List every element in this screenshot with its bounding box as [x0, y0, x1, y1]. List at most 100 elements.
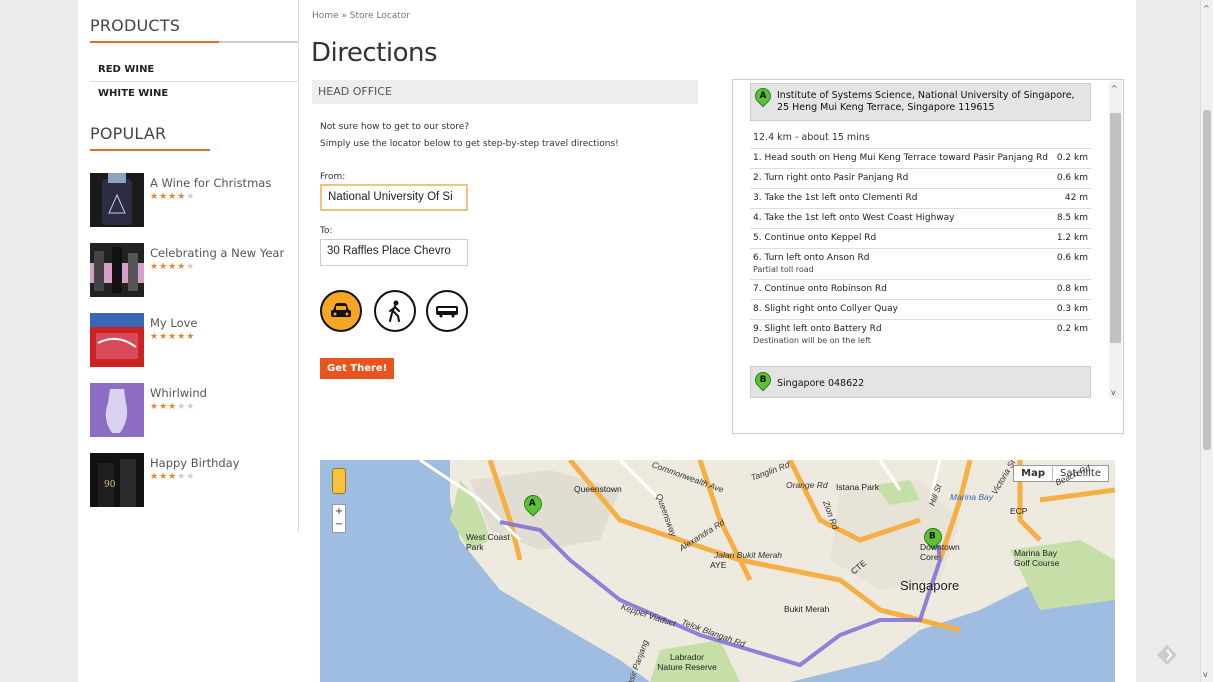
marker-a-icon: A [751, 84, 775, 108]
car-icon [331, 303, 351, 317]
product-thumbnail [90, 243, 144, 297]
rating-stars: ★★★★★ [150, 402, 196, 412]
drive-mode-button[interactable] [320, 290, 362, 332]
step-text: 8. Slight right onto Collyer Quay [753, 304, 898, 314]
map-label: Labrador Nature Reserve [657, 652, 717, 672]
direction-step[interactable]: 1. Head south on Heng Mui Keng Terrace t… [750, 148, 1091, 168]
direction-step[interactable]: 8. Slight right onto Collyer Quay 0.3 km [750, 299, 1091, 319]
to-input[interactable]: 30 Raffles Place Chevro [320, 239, 468, 266]
popular-rule [90, 149, 210, 151]
product-thumbnail [90, 173, 144, 227]
products-rule [90, 41, 298, 43]
product-thumbnail [90, 313, 144, 367]
walking-icon [389, 300, 400, 322]
step-distance: 0.2 km [1056, 324, 1088, 334]
direction-step[interactable]: 3. Take the 1st left onto Clementi Rd 42 … [750, 188, 1091, 208]
step-text: 1. Head south on Heng Mui Keng Terrace t… [753, 153, 1049, 163]
from-label: From: [320, 172, 346, 182]
map-label: Downtown Core [920, 542, 960, 562]
page-title: Directions [311, 38, 438, 68]
popular-heading: POPULAR [90, 124, 167, 143]
category-red-wine[interactable]: RED WINE [90, 58, 298, 82]
svg-text:90: 90 [104, 480, 116, 490]
rating-stars: ★★★★★ [150, 332, 196, 342]
popular-item-name[interactable]: Whirlwind [150, 386, 207, 400]
route-map[interactable]: + − Map Satellite A B Queenstown West Co… [320, 460, 1115, 682]
scroll-down-icon[interactable]: v [1111, 388, 1116, 397]
map-type-button[interactable]: Map [1014, 466, 1054, 481]
back-to-top-icon[interactable] [1156, 644, 1178, 666]
scroll-up-icon[interactable]: ^ [1111, 84, 1118, 93]
map-label: AYE [710, 560, 727, 570]
direction-step[interactable]: 5. Continue onto Keppel Rd 1.2 km [750, 228, 1091, 248]
direction-step[interactable]: 6. Turn left onto Anson Rd Partial toll r… [750, 248, 1091, 279]
destination-waypoint: B Singapore 048622 [750, 366, 1091, 398]
direction-step[interactable]: 2. Turn right onto Pasir Panjang Rd 0.6 k… [750, 168, 1091, 188]
directions-panel[interactable]: A Institute of Systems Science, National… [732, 79, 1124, 434]
office-heading: HEAD OFFICE [312, 80, 698, 104]
popular-item[interactable]: My Love ★★★★★ [90, 313, 198, 367]
map-marker-a-icon[interactable]: A [520, 491, 546, 517]
map-label: Jalan Bukit Merah [714, 550, 783, 560]
walk-mode-button[interactable] [374, 290, 416, 332]
popular-item[interactable]: Celebrating a New Year ★★★★★ [90, 243, 284, 297]
step-distance: 0.6 km [1056, 253, 1088, 263]
map-label: ECP [1010, 506, 1028, 516]
street-view-icon[interactable] [332, 468, 346, 494]
scrollbar-thumb[interactable] [1110, 113, 1121, 343]
map-label: Istana Park [836, 482, 879, 492]
marker-letter: A [759, 91, 767, 101]
step-distance: 42 m [1064, 193, 1088, 203]
direction-step[interactable]: 4. Take the 1st left onto West Coast Hig… [750, 208, 1091, 228]
popular-item[interactable]: 90 Happy Birthday ★★★★★ [90, 453, 240, 507]
bus-icon [436, 306, 458, 318]
origin-waypoint: A Institute of Systems Science, National… [750, 83, 1091, 121]
step-distance: 0.2 km [1056, 153, 1088, 163]
popular-item[interactable]: A Wine for Christmas ★★★★★ [90, 173, 271, 227]
step-text: 6. Turn left onto Anson Rd [753, 253, 870, 263]
transit-mode-button[interactable] [426, 290, 468, 332]
zoom-in-button[interactable]: + [333, 505, 345, 518]
scrollbar-thumb[interactable] [1203, 110, 1211, 450]
origin-address: Institute of Systems Science, National U… [777, 90, 1075, 113]
breadcrumb[interactable]: Home » Store Locator [312, 11, 410, 21]
scroll-down-icon[interactable]: v [1203, 670, 1208, 679]
marker-b-icon: B [751, 368, 775, 392]
step-text: 5. Continue onto Keppel Rd [753, 233, 877, 243]
step-distance: 1.2 km [1056, 233, 1088, 243]
page-scrollbar[interactable]: ^ v [1200, 0, 1213, 682]
popular-item[interactable]: Whirlwind ★★★★★ [90, 383, 207, 437]
direction-step[interactable]: 7. Continue onto Robinson Rd 0.8 km [750, 279, 1091, 299]
category-list: RED WINE WHITE WINE [90, 58, 298, 105]
directions-scrollbar[interactable]: ^ v [1109, 81, 1122, 399]
map-label: Bukit Merah [784, 604, 830, 614]
scroll-up-icon[interactable]: ^ [1203, 4, 1210, 13]
intro-line: Not sure how to get to our store? [320, 122, 470, 132]
zoom-out-button[interactable]: − [333, 518, 345, 531]
marker-letter: A [528, 498, 536, 509]
intro-text: Not sure how to get to our store? Simply… [320, 119, 619, 153]
from-input[interactable]: National University Of Si [320, 184, 468, 211]
rating-stars: ★★★★★ [150, 192, 196, 202]
marker-letter: B [759, 375, 767, 385]
intro-line: Simply use the locator below to get step… [320, 139, 619, 149]
map-label: Marina Bay Golf Course [1014, 548, 1060, 568]
map-label: Marina Bay [950, 492, 993, 502]
step-distance: 0.8 km [1056, 284, 1088, 294]
step-text: 4. Take the 1st left onto West Coast Hig… [753, 213, 955, 223]
step-distance: 8.5 km [1056, 213, 1088, 223]
product-thumbnail: 90 [90, 453, 144, 507]
step-text: 7. Continue onto Robinson Rd [753, 284, 887, 294]
get-there-button[interactable]: Get There! [320, 358, 395, 379]
step-distance: 0.3 km [1056, 304, 1088, 314]
category-white-wine[interactable]: WHITE WINE [90, 82, 298, 105]
popular-item-name[interactable]: Celebrating a New Year [150, 246, 284, 260]
popular-item-name[interactable]: A Wine for Christmas [150, 176, 271, 190]
product-thumbnail [90, 383, 144, 437]
products-heading: PRODUCTS [90, 16, 181, 35]
zoom-control[interactable]: + − [332, 504, 346, 533]
direction-step[interactable]: 9. Slight left onto Battery Rd Destinatio… [750, 319, 1091, 350]
step-text: 9. Slight left onto Battery Rd [753, 324, 882, 334]
popular-item-name[interactable]: Happy Birthday [150, 456, 240, 470]
popular-item-name[interactable]: My Love [150, 316, 198, 330]
